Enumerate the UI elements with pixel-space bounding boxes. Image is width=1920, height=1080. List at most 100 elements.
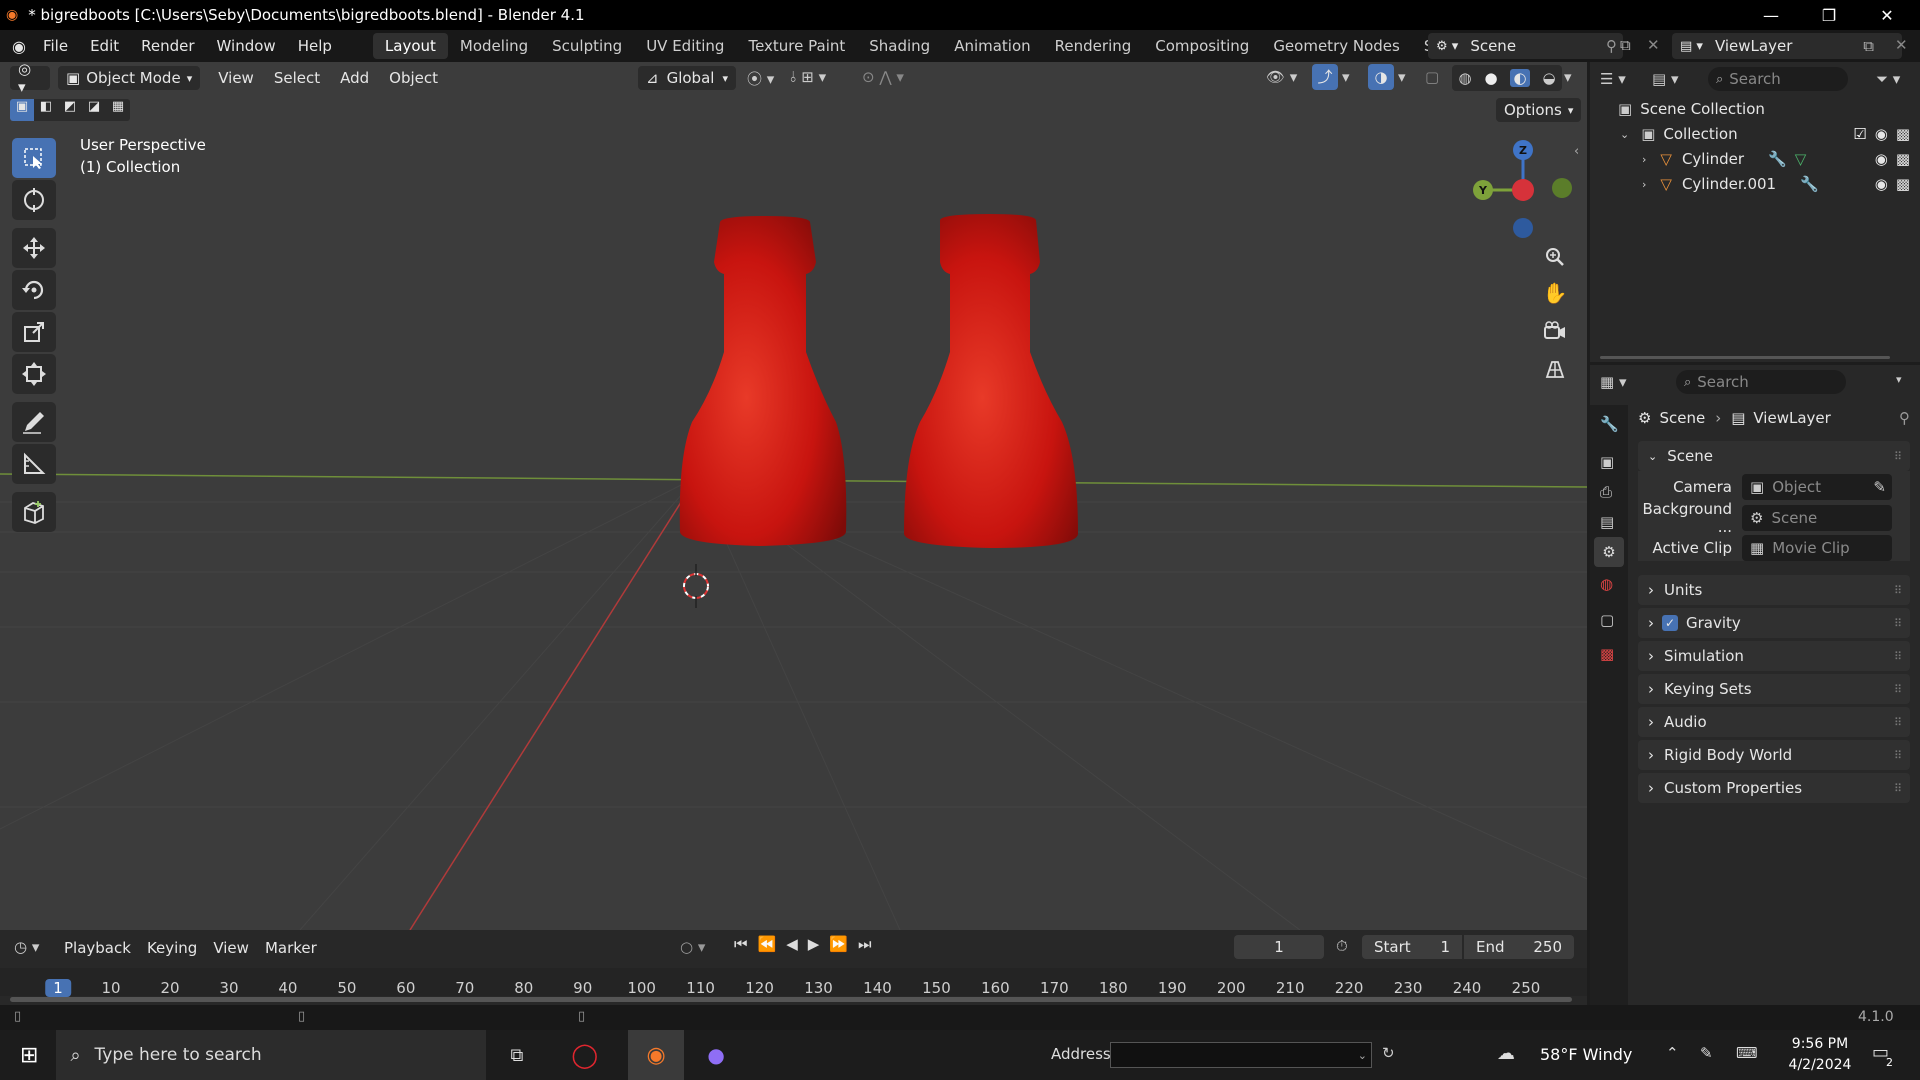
- tab-sculpting[interactable]: Sculpting: [540, 33, 634, 59]
- gravity-panel[interactable]: › ✓ Gravity ⠿: [1638, 608, 1910, 638]
- clock[interactable]: 9:56 PM 4/2/2024: [1770, 1034, 1870, 1076]
- display-mode-icon[interactable]: ▤ ▾: [1652, 70, 1678, 88]
- gizmo-x-axis[interactable]: [1512, 179, 1534, 201]
- viewport-menu-add[interactable]: Add: [330, 69, 379, 87]
- overlay-dropdown-icon[interactable]: ▾: [1398, 68, 1406, 86]
- camera-view-icon[interactable]: [1538, 314, 1572, 348]
- scene-panel-header[interactable]: ⌄ Scene ⠿: [1638, 441, 1910, 471]
- pivot-icon[interactable]: ⦿ ▾: [747, 68, 774, 89]
- tab-layout[interactable]: Layout: [372, 33, 448, 59]
- eye-icon[interactable]: ◉: [1875, 150, 1888, 168]
- eyedropper-icon[interactable]: ✎: [1873, 478, 1886, 496]
- outliner-object-row[interactable]: › ▽ Cylinder 🔧 ▽ ◉ ▩: [1642, 148, 1916, 170]
- chevron-down-icon[interactable]: ⌄: [1358, 1049, 1367, 1062]
- tab-uv-editing[interactable]: UV Editing: [634, 33, 736, 59]
- editor-type-button[interactable]: ◎ ▾: [10, 60, 50, 96]
- end-frame-field[interactable]: End 250: [1464, 935, 1574, 959]
- delete-view-layer-icon[interactable]: ✕: [1895, 36, 1908, 54]
- pan-hand-icon[interactable]: ✋: [1538, 276, 1572, 310]
- restore-button[interactable]: ❐: [1800, 0, 1858, 30]
- 3d-cursor[interactable]: [683, 564, 709, 608]
- camera-icon[interactable]: ▩: [1896, 175, 1910, 193]
- outliner-search-input[interactable]: Search: [1729, 70, 1781, 88]
- jump-start-icon[interactable]: ⏮: [734, 935, 748, 953]
- auto-keying-icon[interactable]: ○ ▾: [680, 938, 705, 956]
- select-extend-icon[interactable]: ◧: [34, 99, 58, 121]
- tab-texture-paint[interactable]: Texture Paint: [736, 33, 857, 59]
- pen-icon[interactable]: ✎: [1700, 1044, 1713, 1062]
- mode-dropdown[interactable]: ▣ Object Mode ▾: [58, 66, 201, 90]
- 3d-viewport[interactable]: Z Y User Perspective (1) Collection ✋ ‹: [0, 62, 1587, 930]
- pin-icon[interactable]: ⚲: [1606, 37, 1617, 55]
- drag-handle-icon[interactable]: ⠿: [1894, 716, 1902, 729]
- keying-sets-panel[interactable]: › Keying Sets ⠿: [1638, 674, 1910, 704]
- play-reverse-icon[interactable]: ◀: [786, 935, 798, 953]
- view-layer-selector[interactable]: ▤ ▾ ViewLayer ⧉: [1672, 33, 1902, 59]
- timeline-scrollbar[interactable]: [10, 997, 1572, 1002]
- modifier-icon[interactable]: 🔧: [1768, 150, 1787, 168]
- start-frame-field[interactable]: Start 1: [1362, 935, 1462, 959]
- camera-icon[interactable]: ▩: [1896, 150, 1910, 168]
- tray-chevron-icon[interactable]: ⌃: [1666, 1044, 1679, 1062]
- eye-icon[interactable]: ◉: [1875, 125, 1888, 143]
- refresh-icon[interactable]: ↻: [1382, 1044, 1395, 1062]
- collection-checkbox[interactable]: ☑: [1853, 125, 1866, 143]
- visibility-icon[interactable]: 👁 ▾: [1266, 68, 1297, 86]
- snap-icon[interactable]: ⫰ ⊞ ▾: [790, 68, 826, 86]
- new-scene-icon[interactable]: ⧉: [1620, 36, 1631, 54]
- drag-handle-icon[interactable]: ⠿: [1894, 749, 1902, 762]
- xray-icon[interactable]: ▢: [1425, 68, 1439, 86]
- properties-editor-icon[interactable]: ▦ ▾: [1600, 373, 1626, 391]
- taskbar-search[interactable]: ⌕ Type here to search: [56, 1030, 487, 1080]
- drag-handle-icon[interactable]: ⠿: [1894, 450, 1902, 463]
- blender-menu-icon[interactable]: ◉: [12, 37, 26, 56]
- right-boot[interactable]: [904, 214, 1078, 548]
- drag-handle-icon[interactable]: ⠿: [1894, 617, 1902, 630]
- texture-tab-icon[interactable]: ▩: [1600, 645, 1614, 663]
- timeline-menu-view[interactable]: View: [205, 936, 257, 960]
- prev-keyframe-icon[interactable]: ⏪: [758, 935, 777, 953]
- outliner-scrollbar[interactable]: [1600, 356, 1890, 359]
- transform-tool[interactable]: [12, 354, 56, 394]
- background-field[interactable]: ⚙ Scene: [1742, 505, 1892, 531]
- rendered-shading-icon[interactable]: ◒: [1542, 69, 1555, 87]
- timeline-menu-keying[interactable]: Keying: [139, 936, 205, 960]
- menu-help[interactable]: Help: [287, 30, 343, 62]
- menu-window[interactable]: Window: [206, 30, 287, 62]
- viewport-menu-view[interactable]: View: [208, 69, 264, 87]
- delete-scene-icon[interactable]: ✕: [1647, 36, 1660, 54]
- camera-icon[interactable]: ▩: [1896, 125, 1910, 143]
- blender-taskbar-icon[interactable]: ◉: [628, 1030, 685, 1080]
- menu-file[interactable]: File: [32, 30, 79, 62]
- select-new-icon[interactable]: ▣: [10, 99, 34, 121]
- keyboard-icon[interactable]: ⌨: [1736, 1044, 1758, 1062]
- shading-dropdown-icon[interactable]: ▾: [1564, 68, 1572, 86]
- discord-taskbar-icon[interactable]: ●: [688, 1030, 744, 1080]
- active-clip-field[interactable]: ▦ Movie Clip: [1742, 535, 1892, 561]
- move-tool[interactable]: [12, 228, 56, 268]
- taskbar-search-input[interactable]: Type here to search: [95, 1045, 262, 1065]
- eye-icon[interactable]: ◉: [1875, 175, 1888, 193]
- chevron-right-icon[interactable]: ›: [1642, 153, 1646, 166]
- opera-icon[interactable]: ◯: [571, 1041, 598, 1069]
- close-button[interactable]: ✕: [1858, 0, 1916, 30]
- play-icon[interactable]: ▶: [808, 935, 820, 953]
- outliner-editor-icon[interactable]: ☰ ▾: [1600, 70, 1626, 88]
- options-dropdown[interactable]: Options ▾: [1496, 98, 1582, 122]
- units-panel[interactable]: › Units ⠿: [1638, 575, 1910, 605]
- rigid-body-world-panel[interactable]: › Rigid Body World ⠿: [1638, 740, 1910, 770]
- current-frame-marker[interactable]: 1: [45, 979, 71, 997]
- viewport-menu-object[interactable]: Object: [379, 69, 448, 87]
- proportional-edit-icon[interactable]: ⊙ ⋀ ▾: [862, 68, 904, 86]
- current-frame-field[interactable]: 1: [1234, 935, 1324, 959]
- zoom-icon[interactable]: [1538, 240, 1572, 274]
- add-cube-tool[interactable]: [12, 492, 56, 532]
- tab-animation[interactable]: Animation: [942, 33, 1042, 59]
- audio-panel[interactable]: › Audio ⠿: [1638, 707, 1910, 737]
- properties-search[interactable]: ⌕ Search: [1676, 370, 1846, 394]
- select-box-tool[interactable]: [12, 138, 56, 178]
- gizmo-neg-z[interactable]: [1513, 218, 1533, 238]
- jump-end-icon[interactable]: ⏭: [858, 935, 872, 953]
- select-subtract-icon[interactable]: ◩: [58, 99, 82, 121]
- chevron-down-icon[interactable]: ▾: [1896, 373, 1902, 386]
